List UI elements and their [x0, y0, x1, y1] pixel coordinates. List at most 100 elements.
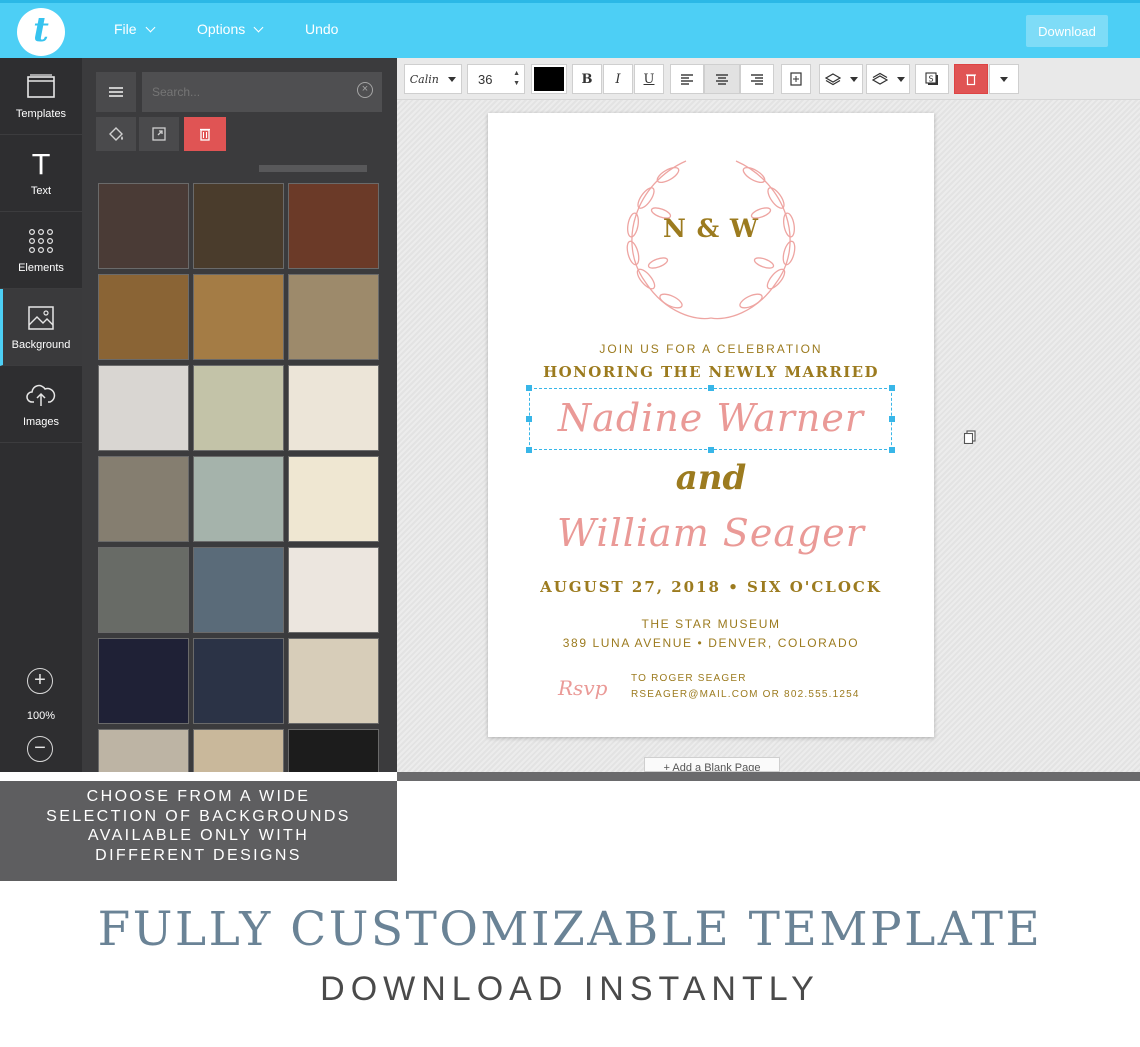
background-swatch[interactable]	[193, 547, 284, 633]
text-color-picker[interactable]	[531, 64, 567, 94]
menu-file[interactable]: File	[114, 21, 156, 37]
trash-icon	[200, 128, 210, 141]
invitation-card[interactable]: N & W JOIN US FOR A CELEBRATION HONORING…	[488, 113, 934, 737]
search-input[interactable]	[142, 72, 382, 112]
align-center-button[interactable]	[704, 64, 740, 94]
more-options-button[interactable]	[989, 64, 1019, 94]
templates-icon	[27, 74, 55, 98]
copy-page-icon[interactable]	[963, 430, 977, 444]
background-swatch[interactable]	[193, 365, 284, 451]
text-toolbar: Calin 36 ▲ ▼ B I U S	[397, 58, 1140, 100]
background-swatch[interactable]	[98, 274, 189, 360]
background-swatch[interactable]	[98, 365, 189, 451]
sidebar-item-label: Text	[30, 185, 52, 197]
panel-scrollbar[interactable]	[259, 165, 367, 172]
resize-handle[interactable]	[526, 447, 532, 453]
rsvp-to[interactable]: TO ROGER SEAGER	[631, 673, 747, 684]
layer-order-button[interactable]	[819, 64, 863, 94]
headline: FULLY CUSTOMIZABLE TEMPLATE	[97, 902, 1043, 957]
background-panel: ×	[82, 58, 397, 772]
invite-line-2[interactable]: HONORING THE NEWLY MARRIED	[488, 363, 934, 381]
trash-icon	[966, 74, 976, 86]
background-swatch[interactable]	[193, 183, 284, 269]
background-swatch[interactable]	[98, 456, 189, 542]
background-swatch[interactable]	[193, 638, 284, 724]
chevron-down-icon	[253, 22, 264, 32]
menu-options-label: Options	[197, 21, 246, 37]
underline-button[interactable]: U	[634, 64, 664, 94]
clear-search-icon[interactable]: ×	[357, 82, 373, 98]
invite-line-1[interactable]: JOIN US FOR A CELEBRATION	[488, 342, 934, 356]
background-swatch[interactable]	[193, 456, 284, 542]
menu-undo[interactable]: Undo	[305, 21, 338, 37]
add-blank-page-button[interactable]: + Add a Blank Page	[644, 757, 780, 772]
list-menu-button[interactable]	[96, 72, 136, 112]
italic-button[interactable]: I	[603, 64, 633, 94]
resize-handle[interactable]	[889, 385, 895, 391]
venue-name[interactable]: THE STAR MUSEUM	[488, 617, 934, 631]
sidebar-item-images[interactable]: Images	[0, 366, 82, 443]
fill-color-button[interactable]	[96, 117, 136, 151]
zoom-in-button[interactable]: +	[27, 668, 53, 694]
paint-bucket-icon	[109, 127, 123, 141]
sidebar-item-text[interactable]: T Text	[0, 135, 82, 212]
background-swatch[interactable]	[193, 729, 284, 772]
font-family-select[interactable]: Calin	[404, 64, 462, 94]
bride-name[interactable]: Nadine Warner	[488, 396, 934, 440]
bold-button[interactable]: B	[572, 64, 602, 94]
monogram[interactable]: N & W	[488, 214, 934, 243]
background-swatch[interactable]	[98, 547, 189, 633]
resize-handle[interactable]	[708, 385, 714, 391]
background-swatch[interactable]	[193, 274, 284, 360]
expand-icon	[152, 127, 166, 141]
background-swatch[interactable]	[288, 547, 379, 633]
background-swatch[interactable]	[288, 638, 379, 724]
background-swatch[interactable]	[288, 274, 379, 360]
menu-options[interactable]: Options	[197, 21, 264, 37]
sidebar-item-background[interactable]: Background	[0, 289, 82, 366]
chevron-down-icon	[145, 22, 156, 32]
background-swatch[interactable]	[288, 456, 379, 542]
groom-name[interactable]: William Seager	[488, 511, 934, 555]
align-left-button[interactable]	[670, 64, 704, 94]
delete-background-button[interactable]	[184, 117, 226, 151]
rsvp-script[interactable]: Rsvp	[558, 676, 607, 700]
font-size-stepper[interactable]: 36 ▲ ▼	[467, 64, 525, 94]
chevron-down-icon	[896, 76, 905, 82]
resize-button[interactable]	[139, 117, 179, 151]
sidebar-item-elements[interactable]: Elements	[0, 212, 82, 289]
stepper-arrows-icon[interactable]: ▲ ▼	[513, 69, 520, 89]
layers-down-icon	[871, 72, 888, 85]
layer-back-button[interactable]	[866, 64, 910, 94]
background-swatch[interactable]	[98, 638, 189, 724]
background-swatch[interactable]	[98, 729, 189, 772]
app-logo[interactable]: t	[17, 8, 65, 56]
venue-address[interactable]: 389 LUNA AVENUE • DENVER, COLORADO	[488, 636, 934, 650]
rsvp-contact[interactable]: RSEAGER@MAIL.COM OR 802.555.1254	[631, 689, 860, 700]
background-swatch[interactable]	[288, 729, 379, 772]
menu-undo-label: Undo	[305, 21, 339, 37]
date-line[interactable]: AUGUST 27, 2018 • SIX O'CLOCK	[488, 578, 934, 596]
svg-text:T: T	[31, 149, 50, 179]
sidebar-item-templates[interactable]: Templates	[0, 58, 82, 135]
duplicate-button[interactable]	[781, 64, 811, 94]
align-right-button[interactable]	[740, 64, 774, 94]
text-color-swatch	[534, 67, 564, 91]
background-swatch-grid	[98, 183, 382, 772]
app-root: t File Options Undo Download Templates T…	[0, 0, 1140, 1047]
chevron-down-icon	[849, 76, 858, 82]
and-word[interactable]: and	[488, 458, 934, 498]
background-swatch[interactable]	[288, 183, 379, 269]
resize-handle[interactable]	[889, 447, 895, 453]
shadow-button[interactable]: S	[915, 64, 949, 94]
align-center-icon	[716, 74, 728, 85]
background-swatch[interactable]	[98, 183, 189, 269]
delete-element-button[interactable]	[954, 64, 988, 94]
resize-handle[interactable]	[526, 385, 532, 391]
canvas-bottom-strip	[397, 772, 1140, 781]
background-swatch[interactable]	[288, 365, 379, 451]
resize-handle[interactable]	[708, 447, 714, 453]
download-button[interactable]: Download	[1026, 15, 1108, 47]
svg-text:S: S	[928, 75, 933, 84]
zoom-out-button[interactable]: −	[27, 736, 53, 762]
